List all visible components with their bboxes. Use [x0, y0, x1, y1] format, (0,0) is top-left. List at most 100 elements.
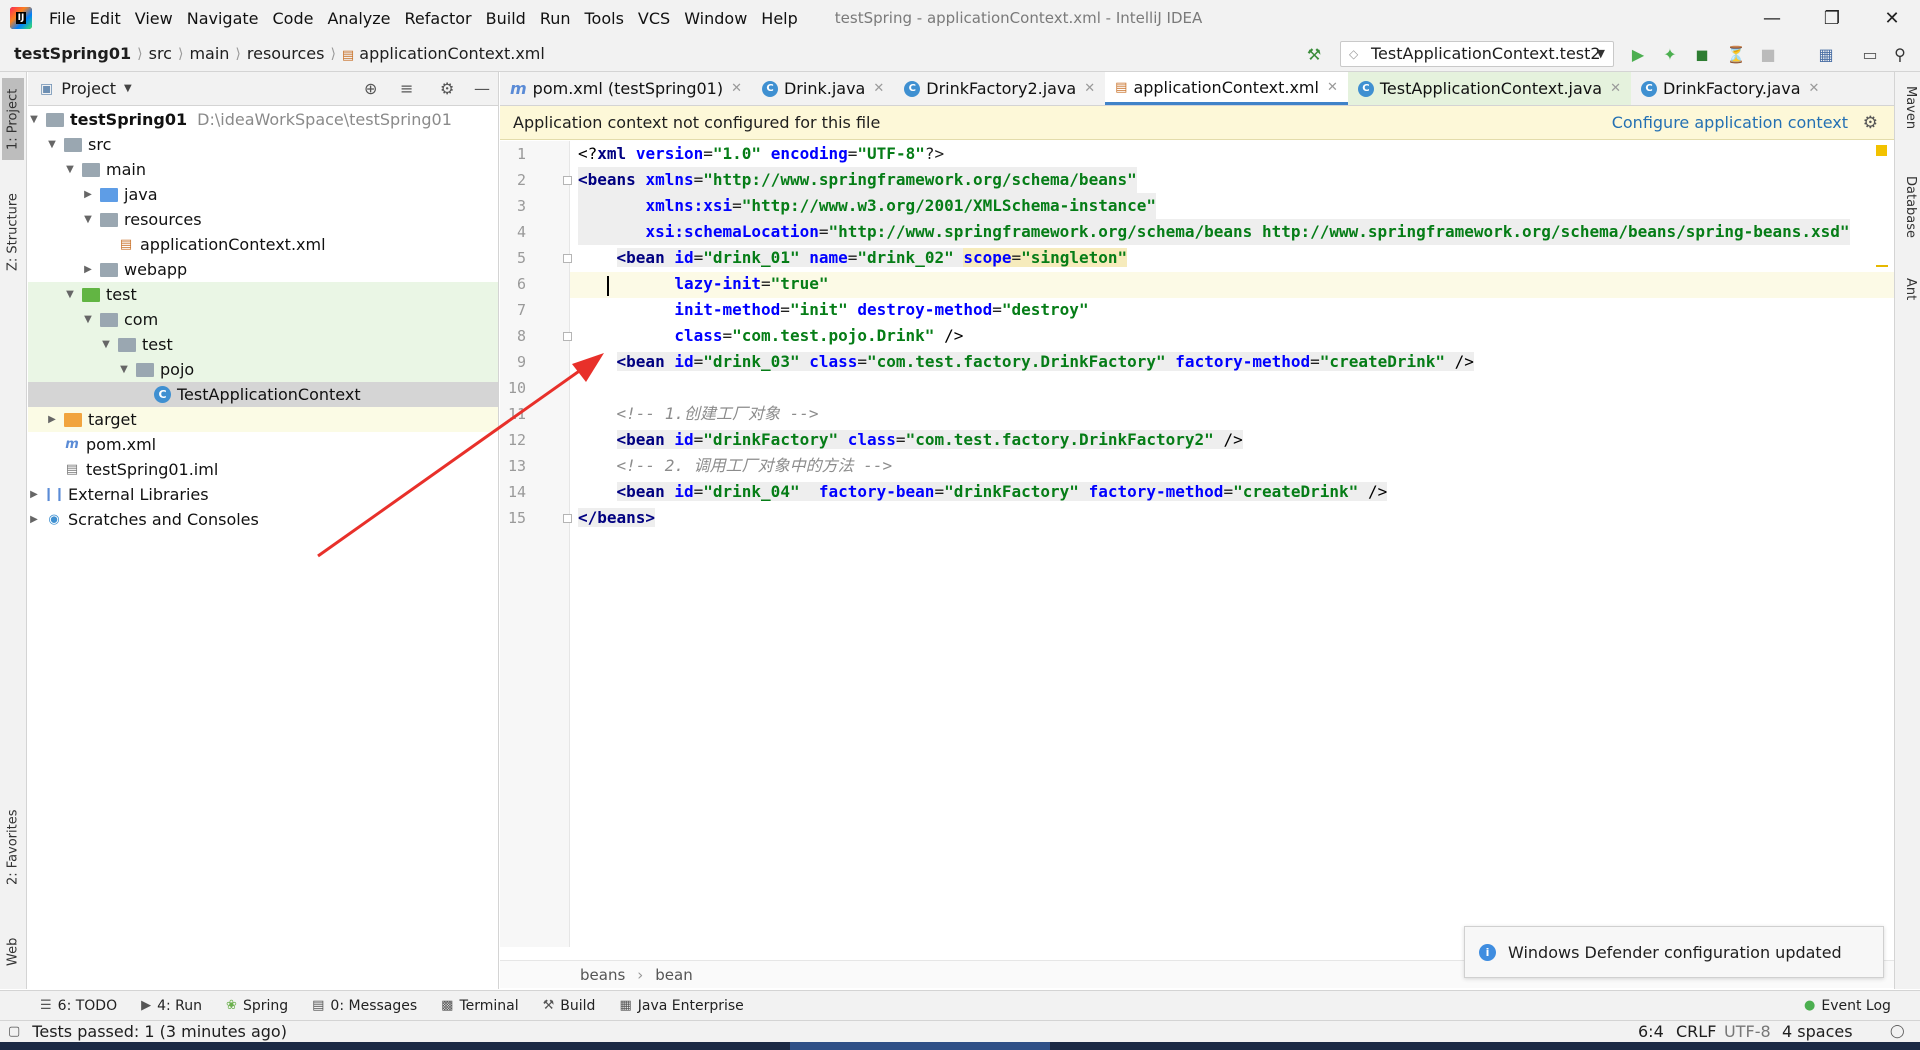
chevron-down-icon[interactable]: ▼: [82, 214, 94, 225]
fold-marker-icon[interactable]: [563, 332, 572, 341]
tab-database-tool[interactable]: Database: [1898, 176, 1918, 238]
tree-item-applicationcontext[interactable]: ▤ applicationContext.xml: [28, 232, 498, 257]
project-structure-icon[interactable]: ▦: [1816, 44, 1836, 64]
menu-navigate[interactable]: Navigate: [180, 9, 266, 28]
chevron-right-icon[interactable]: ▶: [28, 514, 40, 525]
restore-button[interactable]: ❐: [1802, 0, 1862, 36]
minimize-button[interactable]: —: [1742, 0, 1802, 36]
chevron-down-icon[interactable]: ▼: [46, 139, 58, 150]
gear-icon[interactable]: ⚙: [1863, 113, 1878, 133]
tree-item-scratches[interactable]: ▶ ◉ Scratches and Consoles: [28, 507, 498, 532]
layout-icon[interactable]: ▭: [1860, 44, 1880, 64]
build-tool-button[interactable]: ⚒ Build: [543, 998, 596, 1014]
hide-icon[interactable]: —: [474, 79, 490, 98]
event-log-button[interactable]: ● Event Log: [1804, 998, 1891, 1014]
close-icon[interactable]: ✕: [1809, 81, 1820, 96]
close-icon[interactable]: ✕: [1084, 81, 1095, 96]
menu-file[interactable]: File: [42, 9, 83, 28]
chevron-down-icon[interactable]: ▼: [28, 114, 40, 125]
breadcrumb-bean[interactable]: bean: [655, 966, 692, 984]
tab-pom-xml[interactable]: m pom.xml (testSpring01) ✕: [500, 72, 752, 105]
tab-applicationcontext-xml[interactable]: ▤ applicationContext.xml ✕: [1105, 72, 1348, 105]
tab-web-tool[interactable]: Web: [2, 922, 24, 982]
tree-item-iml[interactable]: ▤ testSpring01.iml: [28, 457, 498, 482]
project-panel-title[interactable]: Project: [61, 79, 116, 98]
debug-icon[interactable]: ✦: [1660, 44, 1680, 64]
run-tool-button[interactable]: ▶ 4: Run: [141, 998, 202, 1014]
locate-icon[interactable]: ⊕: [364, 79, 377, 98]
tab-drinkfactory2-java[interactable]: C DrinkFactory2.java ✕: [894, 72, 1105, 105]
tree-item-external-libraries[interactable]: ▶ ❙❙ External Libraries: [28, 482, 498, 507]
fold-marker-icon[interactable]: [563, 514, 572, 523]
build-hammer-icon[interactable]: ⚒: [1304, 44, 1324, 64]
menu-refactor[interactable]: Refactor: [398, 9, 479, 28]
tree-item-test[interactable]: ▼ test: [28, 282, 498, 307]
tab-ant-tool[interactable]: Ant: [1898, 278, 1918, 300]
collapse-all-icon[interactable]: ≡: [400, 79, 413, 98]
chevron-right-icon[interactable]: ▶: [82, 264, 94, 275]
stop-icon[interactable]: ■: [1758, 44, 1778, 64]
menu-edit[interactable]: Edit: [83, 9, 128, 28]
menu-tools[interactable]: Tools: [578, 9, 631, 28]
warning-marker-icon[interactable]: [1876, 145, 1887, 156]
terminal-tool-button[interactable]: ▩ Terminal: [441, 998, 518, 1014]
status-message[interactable]: Tests passed: 1 (3 minutes ago): [32, 1022, 287, 1041]
fold-marker-icon[interactable]: [563, 176, 572, 185]
chevron-down-icon[interactable]: ▼: [100, 339, 112, 350]
menu-analyze[interactable]: Analyze: [320, 9, 397, 28]
chevron-down-icon[interactable]: ▼: [124, 83, 132, 94]
tree-item-resources[interactable]: ▼ resources: [28, 207, 498, 232]
lock-icon[interactable]: ◯: [1890, 1024, 1905, 1039]
tab-drink-java[interactable]: C Drink.java ✕: [752, 72, 894, 105]
todo-tool-button[interactable]: ☰ 6: TODO: [40, 998, 117, 1014]
tree-item-pojo[interactable]: ▼ pojo: [28, 357, 498, 382]
messages-tool-button[interactable]: ▤ 0: Messages: [312, 998, 417, 1014]
tab-structure-tool[interactable]: Z: Structure: [2, 182, 24, 282]
search-everywhere-icon[interactable]: ⚲: [1890, 44, 1910, 64]
close-icon[interactable]: ✕: [731, 81, 742, 96]
breadcrumb-project[interactable]: testSpring01: [8, 44, 137, 63]
chevron-right-icon[interactable]: ▶: [82, 189, 94, 200]
chevron-down-icon[interactable]: ▼: [118, 364, 130, 375]
chevron-down-icon[interactable]: ▼: [64, 164, 76, 175]
indent-setting[interactable]: 4 spaces: [1782, 1022, 1853, 1041]
breadcrumb-file[interactable]: ▤ applicationContext.xml: [336, 44, 551, 63]
line-separator[interactable]: CRLF: [1676, 1022, 1716, 1041]
status-layout-icon[interactable]: ▢: [8, 1024, 20, 1039]
notification-balloon[interactable]: i Windows Defender configuration updated: [1464, 926, 1884, 978]
breadcrumb-beans[interactable]: beans: [580, 966, 625, 984]
file-encoding[interactable]: UTF-8: [1724, 1022, 1771, 1041]
configure-context-link[interactable]: Configure application context: [1612, 113, 1848, 132]
tab-testapplicationcontext-java[interactable]: C TestApplicationContext.java ✕: [1347, 72, 1631, 105]
menu-help[interactable]: Help: [754, 9, 804, 28]
profile-icon[interactable]: ⏳: [1726, 44, 1746, 64]
breadcrumb-src[interactable]: src: [143, 44, 178, 63]
breadcrumb-main[interactable]: main: [183, 44, 235, 63]
error-stripe-marker[interactable]: [1876, 265, 1888, 267]
close-icon[interactable]: ✕: [873, 81, 884, 96]
tree-item-main[interactable]: ▼ main: [28, 157, 498, 182]
tab-favorites-tool[interactable]: 2: Favorites: [2, 802, 24, 892]
close-icon[interactable]: ✕: [1610, 81, 1621, 96]
tree-item-testspring01[interactable]: ▼ testSpring01 D:\ideaWorkSpace\testSpri…: [28, 107, 498, 132]
chevron-down-icon[interactable]: ▼: [64, 289, 76, 300]
tree-item-java[interactable]: ▶ java: [28, 182, 498, 207]
tree-item-target[interactable]: ▶ target: [28, 407, 498, 432]
menu-view[interactable]: View: [128, 9, 180, 28]
tree-item-test-package[interactable]: ▼ test: [28, 332, 498, 357]
chevron-right-icon[interactable]: ▶: [46, 414, 58, 425]
fold-marker-icon[interactable]: [563, 254, 572, 263]
chevron-right-icon[interactable]: ▶: [28, 489, 40, 500]
tree-item-testapplicationcontext[interactable]: C TestApplicationContext: [28, 382, 498, 407]
caret-position[interactable]: 6:4: [1638, 1022, 1664, 1041]
spring-tool-button[interactable]: ❀ Spring: [226, 998, 288, 1014]
menu-build[interactable]: Build: [479, 9, 533, 28]
tree-item-pom[interactable]: m pom.xml: [28, 432, 498, 457]
tree-item-com[interactable]: ▼ com: [28, 307, 498, 332]
gear-icon[interactable]: ⚙: [440, 79, 454, 98]
code-editor[interactable]: 1 2 3 4 5 6 7 8 9 10 11 12 13 14 15 <?xm…: [500, 141, 1894, 947]
tab-drinkfactory-java[interactable]: C DrinkFactory.java ✕: [1631, 72, 1829, 105]
run-configuration-select[interactable]: TestApplicationContext.test2 ▼ ◇: [1340, 41, 1614, 67]
java-enterprise-tool-button[interactable]: ▦ Java Enterprise: [619, 998, 743, 1014]
coverage-icon[interactable]: ◼: [1692, 44, 1712, 64]
